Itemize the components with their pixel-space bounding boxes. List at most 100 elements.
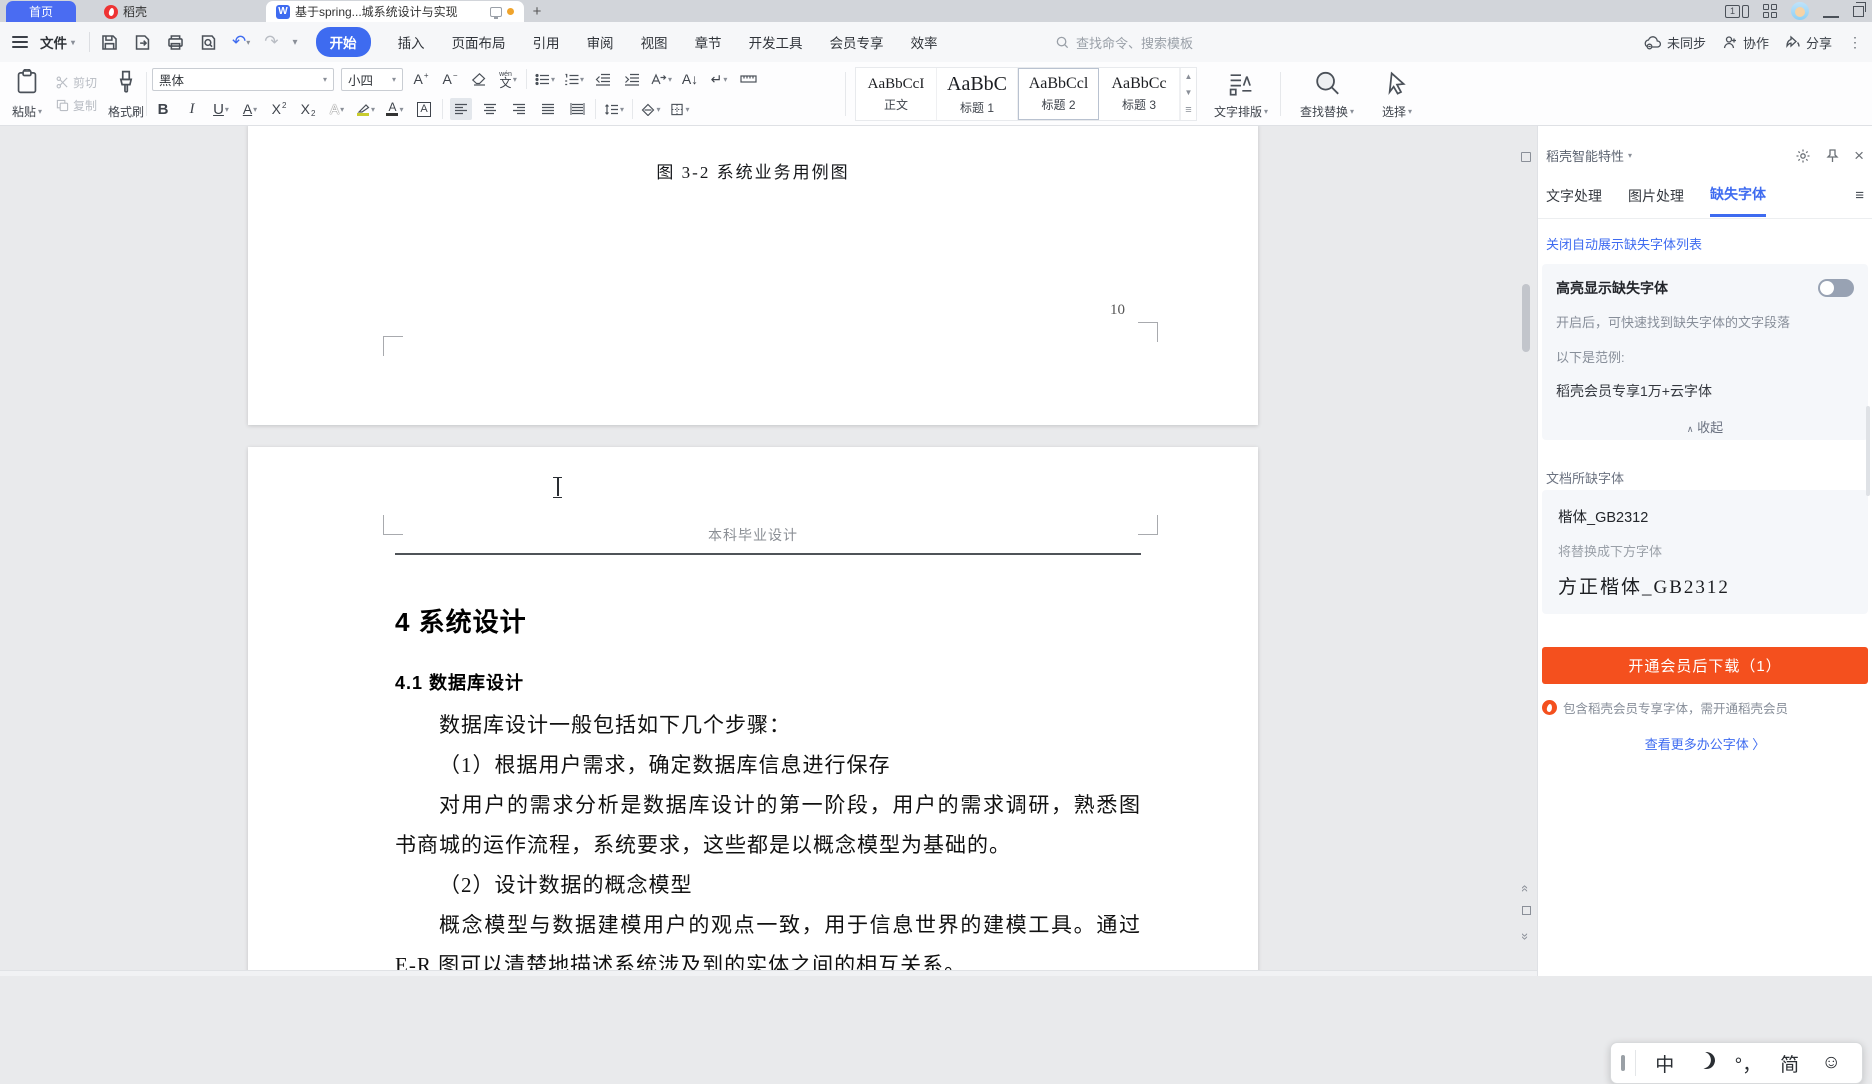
- sync-status-button[interactable]: 未同步: [1644, 33, 1706, 52]
- previous-page-button[interactable]: «: [1518, 880, 1534, 898]
- ruler-toggle-icon[interactable]: [1521, 152, 1531, 162]
- panel-tab-text-processing[interactable]: 文字处理: [1546, 186, 1602, 216]
- menu-item-member[interactable]: 会员专享: [830, 32, 884, 52]
- char-shading-button[interactable]: A▾: [239, 98, 261, 120]
- subscript-button[interactable]: X2: [297, 98, 319, 120]
- menu-item-reference[interactable]: 引用: [533, 32, 560, 52]
- styles-more-icon[interactable]: ≡: [1185, 104, 1191, 116]
- font-size-select[interactable]: 小四▾: [341, 68, 403, 91]
- shading-button[interactable]: ▾: [640, 98, 662, 120]
- numbered-list-button[interactable]: ▾: [563, 68, 585, 90]
- user-avatar[interactable]: [1791, 2, 1809, 20]
- ime-drag-handle[interactable]: [1621, 1055, 1625, 1071]
- download-after-membership-button[interactable]: 开通会员后下载（1）: [1542, 647, 1868, 684]
- share-button[interactable]: 分享: [1785, 33, 1832, 52]
- menu-item-home[interactable]: 开始: [316, 27, 371, 57]
- text-layout-button[interactable]: 文字排版▾: [1202, 66, 1280, 122]
- show-paragraph-marks-button[interactable]: ↵▾: [708, 68, 730, 90]
- bold-button[interactable]: B: [152, 98, 174, 120]
- browse-object-button[interactable]: [1518, 902, 1534, 920]
- menu-item-dev-tools[interactable]: 开发工具: [749, 32, 803, 52]
- export-button[interactable]: [133, 33, 152, 52]
- decrease-font-button[interactable]: A−: [439, 68, 461, 90]
- underline-button[interactable]: U▾: [210, 98, 232, 120]
- tab-ruler-button[interactable]: [737, 68, 759, 90]
- ime-halfwidth-moon-icon[interactable]: [1686, 1052, 1728, 1075]
- find-replace-button[interactable]: 查找替换▾: [1288, 66, 1366, 122]
- align-right-button[interactable]: [508, 98, 530, 120]
- missing-font-card[interactable]: 楷体_GB2312 将替换成下方字体 方正楷体_GB2312: [1542, 490, 1868, 614]
- collapse-ribbon-icon[interactable]: ▾: [293, 37, 298, 48]
- style-heading2[interactable]: AaBbCcl 标题 2: [1018, 68, 1099, 120]
- collaborate-button[interactable]: 协作: [1722, 33, 1769, 52]
- char-scale-button[interactable]: ▾: [650, 68, 672, 90]
- restore-button[interactable]: [1853, 6, 1864, 17]
- italic-button[interactable]: I: [181, 98, 203, 120]
- menu-item-efficiency[interactable]: 效率: [911, 32, 938, 52]
- superscript-button[interactable]: X2: [268, 98, 290, 120]
- apps-grid-icon[interactable]: [1763, 4, 1777, 18]
- window-count-icon[interactable]: 1: [1725, 5, 1749, 18]
- menu-item-view[interactable]: 视图: [641, 32, 668, 52]
- line-spacing-button[interactable]: ▾: [603, 98, 625, 120]
- document-canvas[interactable]: 图 3-2 系统业务用例图 10 本科毕业设计 4 系统设计 4.1 数据库设计…: [0, 126, 1537, 976]
- sort-button[interactable]: A↓: [679, 68, 701, 90]
- styles-scroll-up-icon[interactable]: ▲: [1185, 72, 1193, 81]
- document-page-1[interactable]: 图 3-2 系统业务用例图 10: [248, 126, 1258, 425]
- char-border-button[interactable]: A: [413, 98, 435, 120]
- increase-font-button[interactable]: A+: [410, 68, 432, 90]
- bullet-list-button[interactable]: ▾: [534, 68, 556, 90]
- highlight-color-button[interactable]: ▾: [355, 98, 377, 120]
- document-scrollbar[interactable]: « »: [1518, 126, 1534, 976]
- style-normal[interactable]: AaBbCcI 正文: [856, 68, 937, 120]
- borders-button[interactable]: ▾: [669, 98, 691, 120]
- increase-indent-button[interactable]: [621, 68, 643, 90]
- undo-button[interactable]: ↶▾: [232, 32, 250, 52]
- font-name-select[interactable]: 黑体▾: [152, 68, 334, 91]
- panel-tabs-more-icon[interactable]: ≡: [1855, 187, 1864, 214]
- next-page-button[interactable]: »: [1518, 928, 1534, 946]
- style-heading1[interactable]: AaBbC 标题 1: [937, 68, 1018, 120]
- select-button[interactable]: 选择▾: [1368, 66, 1426, 122]
- print-button[interactable]: [166, 33, 185, 52]
- ime-chinese-mode-button[interactable]: 中: [1644, 1050, 1686, 1077]
- distribute-button[interactable]: [566, 98, 588, 120]
- more-office-fonts-link[interactable]: 查看更多办公字体 〉: [1645, 737, 1766, 752]
- collapse-button[interactable]: ∧ 收起: [1556, 417, 1854, 436]
- align-left-button[interactable]: [450, 98, 472, 120]
- panel-pin-icon[interactable]: [1825, 148, 1840, 164]
- document-page-2[interactable]: 本科毕业设计 4 系统设计 4.1 数据库设计 数据库设计一般包括如下几个步骤：…: [248, 447, 1258, 976]
- main-menu-icon[interactable]: [12, 36, 28, 48]
- justify-button[interactable]: [537, 98, 559, 120]
- ime-punctuation-button[interactable]: °，: [1727, 1050, 1769, 1077]
- clear-format-button[interactable]: [468, 68, 490, 90]
- tab-docer[interactable]: 稻壳: [94, 1, 204, 22]
- cut-button[interactable]: 剪切: [56, 74, 97, 91]
- redo-button[interactable]: ↷: [264, 32, 278, 52]
- command-search-input[interactable]: 查找命令、搜索模板: [1055, 33, 1193, 52]
- ime-simplified-button[interactable]: 简: [1769, 1050, 1811, 1077]
- paste-button[interactable]: 粘贴▾: [4, 66, 50, 122]
- minimize-button[interactable]: [1823, 4, 1839, 18]
- panel-settings-gear-icon[interactable]: [1795, 148, 1811, 164]
- menu-item-page-layout[interactable]: 页面布局: [452, 32, 506, 52]
- menu-item-insert[interactable]: 插入: [398, 32, 425, 52]
- panel-tab-image-processing[interactable]: 图片处理: [1628, 186, 1684, 216]
- style-heading3[interactable]: AaBbCc 标题 3: [1099, 68, 1180, 120]
- format-painter-button[interactable]: 格式刷: [103, 66, 149, 122]
- tab-document[interactable]: W 基于spring...城系统设计与实现: [266, 1, 524, 22]
- scrollbar-thumb[interactable]: [1522, 284, 1530, 352]
- align-center-button[interactable]: [479, 98, 501, 120]
- close-auto-show-link[interactable]: 关闭自动展示缺失字体列表: [1546, 234, 1702, 253]
- panel-close-icon[interactable]: ×: [1854, 149, 1864, 163]
- panel-tab-missing-fonts[interactable]: 缺失字体: [1710, 184, 1766, 217]
- font-color-button[interactable]: A▾: [384, 98, 406, 120]
- highlight-toggle-off[interactable]: [1818, 279, 1854, 297]
- text-effects-button[interactable]: A▾: [326, 98, 348, 120]
- styles-scroll-down-icon[interactable]: ▼: [1185, 88, 1193, 97]
- menu-item-section[interactable]: 章节: [695, 32, 722, 52]
- panel-scrollbar-thumb[interactable]: [1866, 406, 1870, 496]
- more-options-icon[interactable]: ⋮: [1848, 34, 1862, 51]
- pinyin-guide-button[interactable]: wén 文 ▾: [497, 68, 519, 90]
- panel-title-dropdown[interactable]: 稻壳智能特性 ▾: [1546, 146, 1632, 165]
